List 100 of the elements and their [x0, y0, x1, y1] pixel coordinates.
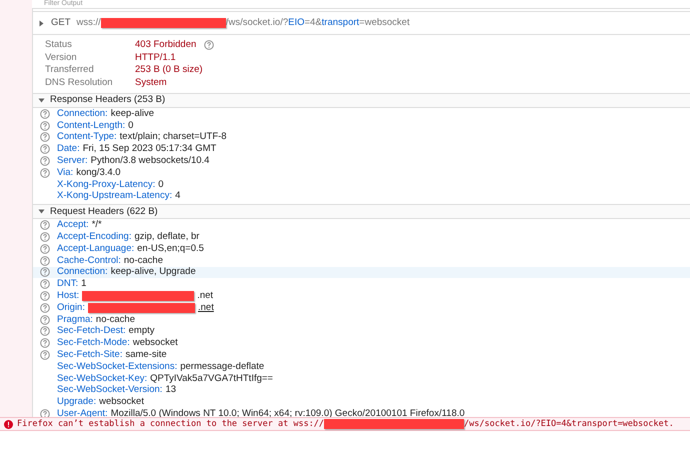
header-name: Content-Length: [57, 118, 126, 132]
collapse-icon[interactable] [38, 208, 45, 216]
header-row[interactable]: User-Agent: Mozilla/5.0 (Windows NT 10.0; Win64; x64; rv:109.0) Gecko/20100101 Firefox/118.0 [33, 408, 690, 420]
summary-value: 253 B (0 B size) [135, 63, 203, 78]
value-text: =websocket [359, 16, 410, 30]
header-name: Accept-Language: [57, 242, 134, 256]
expand-icon[interactable] [38, 20, 45, 26]
value-text: 4 [175, 189, 180, 204]
header-name: Sec-WebSocket-Version: [57, 383, 162, 397]
help-icon[interactable] [40, 108, 50, 119]
summary-label: Version [45, 50, 78, 65]
value-text: Firefox can’t establish a connection to the server at wss:// [17, 418, 324, 430]
header-row[interactable]: Connection: keep-alive [33, 108, 690, 120]
value-text: no-cache [124, 254, 163, 267]
help-icon[interactable] [40, 350, 50, 360]
header-name: User-Agent: [57, 406, 108, 420]
header-row[interactable]: Content-Length: 0 [33, 120, 690, 132]
header-name: Origin: [57, 300, 85, 315]
help-icon[interactable] [40, 220, 50, 230]
header-row[interactable]: Accept-Encoding: gzip, deflate, br [33, 231, 690, 243]
header-name: Date: [57, 142, 80, 156]
header-name: Sec-WebSocket-Extensions: [57, 360, 178, 374]
section-header[interactable]: Response Headers (253 B) [33, 93, 690, 108]
header-row[interactable]: Origin: .net [33, 302, 690, 314]
value-text: /ws/socket.io/? [226, 16, 288, 30]
header-row[interactable]: Sec-WebSocket-Version: 13 [33, 384, 690, 396]
header-row[interactable]: Date: Fri, 15 Sep 2023 05:17:34 GMT [33, 143, 690, 156]
value-text: kong/3.4.0 [76, 166, 121, 180]
help-icon[interactable] [40, 256, 50, 266]
help-icon[interactable] [40, 168, 50, 178]
help-icon[interactable] [40, 132, 50, 142]
value-text: text/plain; charset=UTF-8 [120, 130, 227, 144]
header-row[interactable]: Via: kong/3.4.0 [33, 166, 690, 179]
header-row[interactable]: Host: .net [33, 290, 690, 302]
value-text: .net [197, 288, 214, 303]
summary-label: Status [45, 38, 73, 52]
value-text: Python/3.8 websockets/10.4 [90, 154, 210, 168]
header-name: Upgrade: [57, 395, 96, 410]
header-row[interactable]: DNT: 1 [33, 278, 690, 290]
help-icon[interactable] [40, 314, 50, 325]
header-row[interactable]: Connection: keep-alive, Upgrade [33, 266, 690, 278]
section-header[interactable]: Request Headers (622 B) [33, 204, 690, 220]
header-row[interactable]: Cache-Control: no-cache [33, 254, 690, 267]
help-icon[interactable] [40, 120, 50, 131]
help-icon[interactable] [40, 409, 50, 420]
request-method: GET [51, 16, 71, 30]
summary-label: Transferred [45, 63, 95, 78]
value-text: 0 [128, 118, 134, 132]
section-title: Response Headers (253 B) [50, 93, 166, 108]
summary-label: DNS Resolution [45, 76, 114, 90]
header-row[interactable]: Accept: */* [33, 219, 690, 232]
help-icon[interactable] [40, 232, 50, 242]
error-icon [4, 420, 13, 428]
header-name: X-Kong-Upstream-Latency: [57, 189, 172, 204]
help-icon[interactable] [40, 302, 50, 313]
collapse-icon[interactable] [38, 97, 45, 104]
header-name: Sec-Fetch-Site: [57, 348, 122, 362]
value-text: en-US,en;q=0.5 [137, 242, 204, 256]
summary-value: 403 Forbidden [135, 38, 196, 52]
value-text: no-cache [96, 312, 135, 326]
header-row[interactable]: Sec-WebSocket-Key: QPTyIVak5a7VGA7tHTtIfg== [33, 372, 690, 385]
header-name: Sec-Fetch-Dest: [57, 324, 126, 338]
value-text: Fri, 15 Sep 2023 05:17:34 GMT [82, 142, 216, 156]
header-row[interactable]: X-Kong-Upstream-Latency: 4 [33, 190, 690, 202]
header-row[interactable]: Accept-Language: en-US,en;q=0.5 [33, 242, 690, 255]
header-row[interactable]: Sec-Fetch-Dest: empty [33, 326, 690, 338]
header-name: Pragma: [57, 312, 93, 326]
help-icon[interactable] [40, 267, 50, 278]
value-text: websocket [132, 336, 178, 350]
help-icon[interactable] [40, 244, 50, 254]
header-name: Content-Type: [57, 130, 117, 144]
help-icon[interactable] [40, 338, 50, 348]
header-name: Cache-Control: [57, 254, 121, 267]
help-icon[interactable] [40, 291, 50, 302]
header-name: Host: [57, 288, 80, 303]
header-row[interactable]: Server: Python/3.8 websockets/10.4 [33, 155, 690, 167]
value-text: Mozilla/5.0 (Windows NT 10.0; Win64; x64; rv:109.0) Gecko/20100101 Firefox/118.0 [110, 406, 465, 420]
header-row[interactable]: Sec-WebSocket-Extensions: permessage-deflate [33, 360, 690, 373]
header-name: DNT: [57, 277, 78, 292]
value-text: */* [92, 218, 102, 232]
header-name: Sec-Fetch-Mode: [57, 336, 130, 350]
value-text: 1 [81, 277, 86, 292]
value-text: =4& [304, 16, 322, 30]
value-text: keep-alive, Upgrade [110, 265, 196, 280]
header-row[interactable]: Sec-Fetch-Site: same-site [33, 349, 690, 361]
help-icon[interactable] [40, 156, 50, 166]
header-row[interactable]: X-Kong-Proxy-Latency: 0 [33, 178, 690, 191]
header-name: Server: [57, 154, 88, 168]
url-param: transport [322, 16, 360, 30]
help-icon[interactable] [40, 279, 50, 290]
header-name: Accept-Encoding: [57, 230, 132, 244]
header-link[interactable]: .net [198, 300, 214, 315]
header-name: Connection: [57, 106, 108, 121]
help-icon[interactable] [40, 144, 50, 154]
header-row[interactable]: Sec-Fetch-Mode: websocket [33, 337, 690, 350]
header-row[interactable]: Upgrade: websocket [33, 396, 690, 408]
header-row[interactable]: Pragma: no-cache [33, 314, 690, 326]
help-icon[interactable] [204, 40, 214, 50]
help-icon[interactable] [40, 326, 50, 336]
header-row[interactable]: Content-Type: text/plain; charset=UTF-8 [33, 132, 690, 144]
